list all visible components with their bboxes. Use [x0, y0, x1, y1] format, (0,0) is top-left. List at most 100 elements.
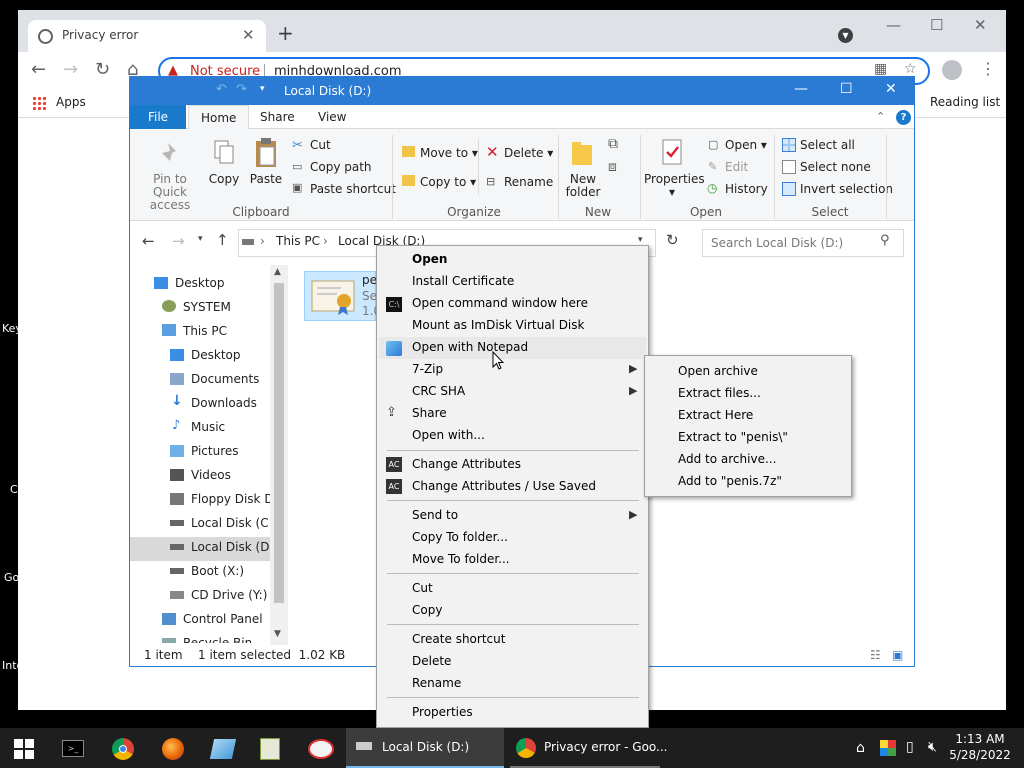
submenu-item-add-to-archive[interactable]: Add to archive...	[678, 452, 776, 466]
windows-start-icon[interactable]	[14, 739, 34, 759]
menu-item-change-attributes-saved[interactable]: Change Attributes / Use Saved	[412, 479, 596, 493]
details-view-icon[interactable]: ☷	[870, 648, 881, 662]
menu-item-install-certificate[interactable]: Install Certificate	[412, 274, 514, 288]
collapse-ribbon-icon[interactable]: ⌃	[876, 110, 885, 123]
color-app-icon[interactable]	[880, 740, 896, 756]
search-input[interactable]: Search Local Disk (D:)	[702, 229, 904, 257]
menu-item-crc-sha[interactable]: CRC SHA	[412, 384, 465, 398]
open-button[interactable]: Open ▾	[725, 138, 767, 152]
app-icon[interactable]	[209, 739, 237, 759]
cut-button[interactable]: Cut	[310, 138, 331, 152]
menu-item-move-to-folder[interactable]: Move To folder...	[412, 552, 510, 566]
invert-selection-button[interactable]: Invert selection	[800, 182, 893, 196]
firefox-icon[interactable]	[162, 738, 184, 760]
select-all-button[interactable]: Select all	[800, 138, 855, 152]
apps-bookmark[interactable]: Apps	[56, 95, 86, 109]
customize-chevron-icon[interactable]: ▾	[260, 84, 265, 94]
move-to-button[interactable]: Move to ▾	[420, 146, 478, 160]
edit-button[interactable]: Edit	[725, 160, 748, 174]
up-icon[interactable]: ↑	[216, 231, 229, 249]
nav-item-this-pc[interactable]: This PC	[183, 324, 227, 338]
properties-button[interactable]: Properties ▾	[644, 173, 705, 199]
select-none-button[interactable]: Select none	[800, 160, 871, 174]
history-button[interactable]: History	[725, 182, 768, 196]
menu-item-mount-imdisk[interactable]: Mount as ImDisk Virtual Disk	[412, 318, 584, 332]
refresh-icon[interactable]: ↻	[666, 231, 679, 249]
nav-item-local-disk-d[interactable]: Local Disk (D:)	[191, 540, 278, 554]
menu-item-send-to[interactable]: Send to	[412, 508, 458, 522]
usb-icon[interactable]: ▯	[906, 739, 914, 755]
nav-item-boot-x[interactable]: Boot (X:)	[191, 564, 244, 578]
nav-item-documents[interactable]: Documents	[191, 372, 259, 386]
scroll-up-icon[interactable]: ▲	[274, 267, 281, 277]
address-dropdown-icon[interactable]: ▾	[638, 235, 643, 245]
copy-button[interactable]: Copy	[206, 173, 242, 186]
paste-button[interactable]: Paste	[248, 173, 284, 186]
paste-shortcut-button[interactable]: Paste shortcut	[310, 182, 396, 196]
breadcrumb-this-pc[interactable]: This PC	[276, 234, 320, 248]
scroll-down-icon[interactable]: ▼	[274, 629, 281, 639]
close-icon[interactable]: ✕	[974, 16, 987, 34]
profile-avatar[interactable]	[942, 60, 962, 80]
maximize-icon[interactable]: ☐	[840, 81, 853, 97]
nav-item-desktop[interactable]: Desktop	[175, 276, 225, 290]
menu-item-copy[interactable]: Copy	[412, 603, 442, 617]
menu-kebab-icon[interactable]: ⋮	[980, 59, 996, 78]
delete-button[interactable]: Delete ▾	[504, 146, 553, 160]
nav-scrollbar-thumb[interactable]	[274, 283, 284, 603]
nav-item-music[interactable]: Music	[191, 420, 225, 434]
submenu-item-extract-here[interactable]: Extract Here	[678, 408, 753, 422]
nav-item-system[interactable]: SYSTEM	[183, 300, 231, 314]
nav-item-pictures[interactable]: Pictures	[191, 444, 239, 458]
apps-grid-icon[interactable]	[32, 96, 46, 110]
tab-home[interactable]: Home	[188, 105, 250, 129]
menu-item-copy-to-folder[interactable]: Copy To folder...	[412, 530, 508, 544]
tab-file[interactable]: File	[130, 105, 186, 129]
minimize-icon[interactable]: —	[794, 81, 808, 97]
nav-item-control-panel[interactable]: Control Panel	[183, 612, 263, 626]
recent-locations-icon[interactable]: ▾	[198, 234, 203, 244]
menu-item-properties[interactable]: Properties	[412, 705, 473, 719]
taskbar-chrome-button[interactable]: Privacy error - Goo...	[506, 728, 668, 768]
volume-muted-icon[interactable]: 🔇︎	[928, 739, 937, 755]
paint-icon[interactable]	[308, 739, 334, 759]
redo-icon[interactable]: ↷	[236, 82, 247, 97]
tab-share[interactable]: Share	[248, 105, 307, 129]
submenu-item-add-to-7z[interactable]: Add to "penis.7z"	[678, 474, 782, 488]
submenu-item-extract-files[interactable]: Extract files...	[678, 386, 761, 400]
reload-icon[interactable]: ↻	[95, 60, 110, 80]
undo-icon[interactable]: ↶	[216, 82, 227, 97]
forward-icon[interactable]: →	[172, 232, 185, 250]
minimize-icon[interactable]: —	[886, 16, 901, 34]
nav-item-floppy[interactable]: Floppy Disk Dri	[191, 492, 282, 506]
nav-item-recycle-bin[interactable]: Recycle Bin	[183, 636, 252, 643]
menu-item-7zip[interactable]: 7-Zip	[412, 362, 443, 376]
rename-button[interactable]: Rename	[504, 175, 553, 189]
nav-item-downloads[interactable]: Downloads	[191, 396, 257, 410]
new-folder-button[interactable]: New folder	[562, 173, 604, 199]
reading-list[interactable]: Reading list	[930, 95, 1000, 109]
menu-item-create-shortcut[interactable]: Create shortcut	[412, 632, 505, 646]
submenu-item-extract-to-folder[interactable]: Extract to "penis\"	[678, 430, 788, 444]
menu-item-open-with-notepad[interactable]: Open with Notepad	[412, 340, 528, 354]
easy-access-icon[interactable]: ⧈	[608, 159, 617, 175]
back-icon[interactable]: ←	[142, 232, 155, 250]
help-icon[interactable]: ?	[896, 110, 911, 125]
taskbar-explorer-button[interactable]: Local Disk (D:)	[346, 728, 504, 768]
copy-path-button[interactable]: Copy path	[310, 160, 372, 174]
new-item-icon[interactable]: ⧉	[608, 136, 618, 152]
menu-item-cut[interactable]: Cut	[412, 581, 433, 595]
maximize-icon[interactable]: ☐	[930, 16, 943, 34]
extension-icon[interactable]: ▦	[874, 61, 887, 77]
menu-item-rename[interactable]: Rename	[412, 676, 461, 690]
menu-item-open-with[interactable]: Open with...	[412, 428, 485, 442]
tab-search-icon[interactable]: ▼	[838, 28, 853, 43]
nav-item-desktop-sub[interactable]: Desktop	[191, 348, 241, 362]
menu-item-share[interactable]: Share	[412, 406, 447, 420]
clock-date[interactable]: 5/28/2022	[948, 748, 1012, 762]
clock-time[interactable]: 1:13 AM	[948, 732, 1012, 746]
nav-item-cd-drive[interactable]: CD Drive (Y:) H	[191, 588, 280, 602]
nav-item-videos[interactable]: Videos	[191, 468, 231, 482]
submenu-item-open-archive[interactable]: Open archive	[678, 364, 758, 378]
menu-item-open-command-window[interactable]: Open command window here	[412, 296, 588, 310]
